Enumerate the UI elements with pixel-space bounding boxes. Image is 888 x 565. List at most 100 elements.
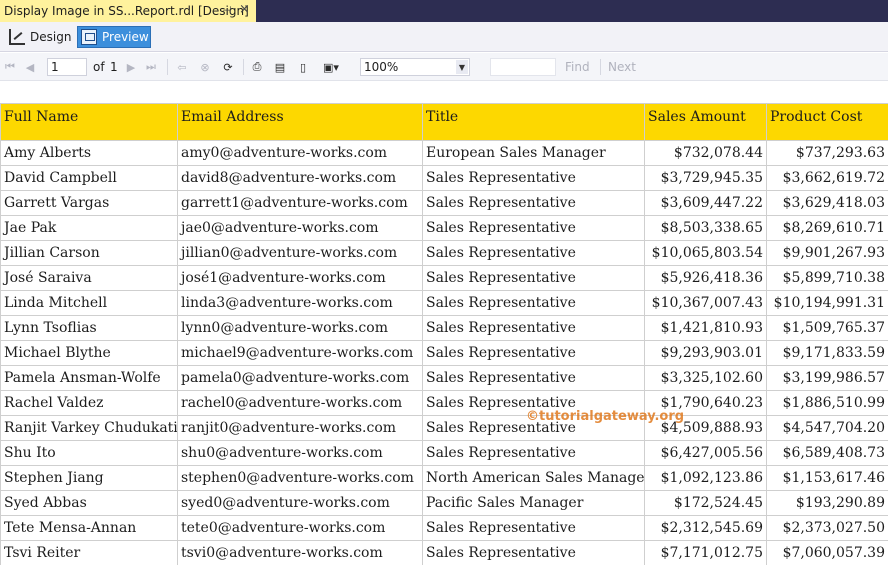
cell-product-cost: $737,293.63: [766, 140, 888, 166]
document-tab[interactable]: Display Image in SS...Report.rdl [Design…: [0, 0, 256, 22]
cell-email: amy0@adventure-works.com: [177, 140, 423, 166]
cell-title: Sales Representative: [422, 190, 645, 216]
cell-email: jillian0@adventure-works.com: [177, 240, 423, 266]
document-tab-strip: Display Image in SS...Report.rdl [Design…: [0, 0, 888, 22]
cell-product-cost: $1,153,617.46: [766, 465, 888, 491]
table-header-row: Full Name Email Address Title Sales Amou…: [0, 103, 888, 141]
cell-email: pamela0@adventure-works.com: [177, 365, 423, 391]
stop-icon[interactable]: ⊗: [197, 59, 213, 75]
cell-sales-amount: $8,503,338.65: [644, 215, 767, 241]
table-row: Shu Ito shu0@adventure-works.com Sales Rep…: [0, 440, 888, 466]
toolbar-separator: [243, 59, 244, 75]
cell-product-cost: $9,901,267.93: [766, 240, 888, 266]
table-row: Ranjit Varkey Chudukatil ranjit0@adventur…: [0, 415, 888, 441]
cell-title: Sales Representative: [422, 515, 645, 541]
cell-product-cost: $4,547,704.20: [766, 415, 888, 441]
next-page-icon[interactable]: ▶: [125, 59, 137, 75]
find-input[interactable]: [490, 58, 556, 76]
watermark-text: ©tutorialgateway.org: [526, 409, 685, 424]
tab-design[interactable]: Design: [6, 26, 74, 48]
cell-title: Sales Representative: [422, 340, 645, 366]
cell-product-cost: $3,662,619.72: [766, 165, 888, 191]
zoom-value: 100%: [364, 60, 399, 74]
header-email-address: Email Address: [177, 103, 423, 141]
cell-full-name: Ranjit Varkey Chudukatil: [0, 415, 178, 441]
cell-product-cost: $3,629,418.03: [766, 190, 888, 216]
cell-product-cost: $8,269,610.71: [766, 215, 888, 241]
table-row: Tete Mensa-Annan tete0@adventure-works.co…: [0, 515, 888, 541]
design-icon: [9, 29, 25, 45]
cell-full-name: Jillian Carson: [0, 240, 178, 266]
last-page-icon[interactable]: ⏭: [145, 59, 157, 75]
cell-product-cost: $9,171,833.59: [766, 340, 888, 366]
cell-title: Sales Representative: [422, 365, 645, 391]
toolbar-separator: [600, 59, 601, 75]
cell-full-name: Linda Mitchell: [0, 290, 178, 316]
cell-email: tsvi0@adventure-works.com: [177, 540, 423, 565]
table-row: Lynn Tsoflias lynn0@adventure-works.com Sa…: [0, 315, 888, 341]
cell-email: garrett1@adventure-works.com: [177, 190, 423, 216]
cell-sales-amount: $1,092,123.86: [644, 465, 767, 491]
pin-icon[interactable]: ⊣: [222, 4, 232, 17]
cell-full-name: José Saraiva: [0, 265, 178, 291]
cell-sales-amount: $6,427,005.56: [644, 440, 767, 466]
view-tabs: Design Preview: [0, 22, 888, 52]
cell-product-cost: $2,373,027.50: [766, 515, 888, 541]
print-icon[interactable]: ⎙: [249, 59, 265, 75]
tab-design-label: Design: [30, 30, 72, 44]
cell-product-cost: $3,199,986.57: [766, 365, 888, 391]
print-layout-icon[interactable]: ▤: [272, 59, 288, 75]
cell-email: shu0@adventure-works.com: [177, 440, 423, 466]
cell-full-name: Stephen Jiang: [0, 465, 178, 491]
cell-email: tete0@adventure-works.com: [177, 515, 423, 541]
cell-title: European Sales Manager: [422, 140, 645, 166]
table-row: Stephen Jiang stephen0@adventure-works.co…: [0, 465, 888, 491]
first-page-icon[interactable]: ⏮: [4, 59, 16, 75]
header-product-cost: Product Cost: [766, 103, 888, 141]
tab-preview-label: Preview: [102, 30, 149, 44]
cell-email: rachel0@adventure-works.com: [177, 390, 423, 416]
sales-table: Full Name Email Address Title Sales Amou…: [0, 103, 888, 565]
cell-sales-amount: $3,729,945.35: [644, 165, 767, 191]
cell-full-name: Shu Ito: [0, 440, 178, 466]
refresh-icon[interactable]: ⟳: [220, 59, 236, 75]
cell-sales-amount: $10,367,007.43: [644, 290, 767, 316]
current-page-input[interactable]: 1: [47, 58, 87, 76]
cell-title: Sales Representative: [422, 240, 645, 266]
cell-email: linda3@adventure-works.com: [177, 290, 423, 316]
close-icon[interactable]: ×: [239, 2, 250, 17]
table-row: David Campbell david8@adventure-works.com…: [0, 165, 888, 191]
cell-title: Sales Representative: [422, 315, 645, 341]
back-icon[interactable]: ⇦: [175, 59, 189, 75]
cell-title: Sales Representative: [422, 540, 645, 565]
chevron-down-icon[interactable]: ▼: [456, 60, 468, 74]
find-button[interactable]: Find: [565, 60, 590, 74]
export-icon[interactable]: ▣▾: [318, 59, 344, 75]
cell-email: david8@adventure-works.com: [177, 165, 423, 191]
cell-full-name: Tsvi Reiter: [0, 540, 178, 565]
cell-email: michael9@adventure-works.com: [177, 340, 423, 366]
zoom-select[interactable]: 100% ▼: [360, 58, 470, 76]
cell-full-name: Pamela Ansman-Wolfe: [0, 365, 178, 391]
previous-page-icon[interactable]: ◀: [24, 59, 36, 75]
table-row: Garrett Vargas garrett1@adventure-works.c…: [0, 190, 888, 216]
cell-sales-amount: $7,171,012.75: [644, 540, 767, 565]
table-row: Jae Pak jae0@adventure-works.com Sales Rep…: [0, 215, 888, 241]
table-row: Linda Mitchell linda3@adventure-works.com…: [0, 290, 888, 316]
cell-product-cost: $193,290.89: [766, 490, 888, 516]
tab-preview[interactable]: Preview: [77, 26, 151, 48]
cell-full-name: Jae Pak: [0, 215, 178, 241]
current-page-value: 1: [51, 60, 59, 74]
find-next-button[interactable]: Next: [608, 60, 636, 74]
page-setup-icon[interactable]: ▯: [295, 59, 311, 75]
cell-title: Sales Representative: [422, 440, 645, 466]
cell-sales-amount: $1,421,810.93: [644, 315, 767, 341]
table-row: Rachel Valdez rachel0@adventure-works.com…: [0, 390, 888, 416]
cell-title: Sales Representative: [422, 165, 645, 191]
cell-title: Sales Representative: [422, 215, 645, 241]
table-row: Tsvi Reiter tsvi0@adventure-works.com Sale…: [0, 540, 888, 565]
cell-sales-amount: $5,926,418.36: [644, 265, 767, 291]
cell-full-name: David Campbell: [0, 165, 178, 191]
cell-email: lynn0@adventure-works.com: [177, 315, 423, 341]
cell-full-name: Amy Alberts: [0, 140, 178, 166]
